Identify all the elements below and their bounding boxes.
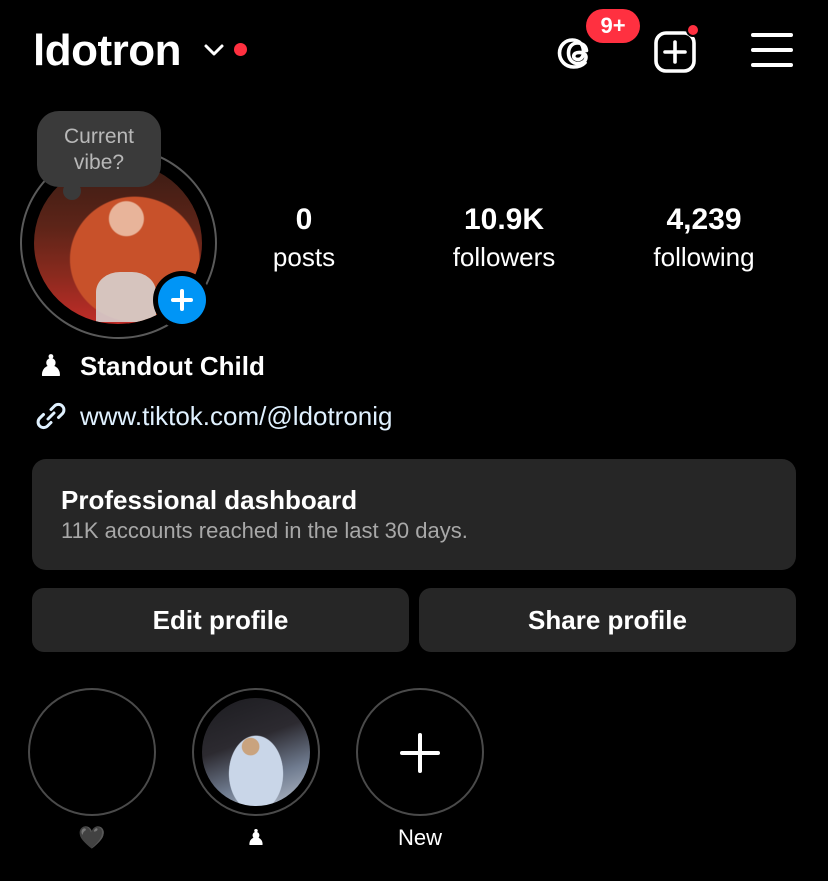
new-highlight-label: New (397, 825, 442, 850)
highlight-item[interactable] (192, 688, 320, 816)
add-story-button[interactable] (153, 271, 211, 329)
top-bar: ldotron 9+ (0, 0, 828, 100)
chevron-down-icon[interactable] (203, 42, 225, 58)
followers-label: followers (452, 242, 556, 272)
display-name: Standout Child (80, 350, 265, 381)
posts-label: posts (272, 242, 336, 272)
posts-count: 0 (295, 203, 313, 236)
followers-count: 10.9K (463, 203, 545, 236)
create-notification-dot (686, 23, 700, 37)
highlight-cover (28, 688, 156, 816)
share-profile-button[interactable]: Share profile (419, 588, 796, 652)
new-highlight-button[interactable] (356, 688, 484, 816)
chess-pawn-icon: ♟ (37, 349, 65, 383)
username-notification-dot (234, 43, 247, 56)
bio-link[interactable]: www.tiktok.com/@ldotronig (80, 401, 393, 432)
edit-profile-button[interactable]: Edit profile (32, 588, 409, 652)
professional-dashboard-card[interactable]: Professional dashboard 11K accounts reac… (32, 459, 796, 570)
highlight-label: 🖤 (78, 825, 106, 850)
following-stat[interactable]: 4,239 following (604, 202, 804, 274)
username-title[interactable]: ldotron (33, 26, 182, 76)
bio-link-row[interactable]: www.tiktok.com/@ldotronig (32, 396, 393, 436)
highlight-item[interactable] (28, 688, 156, 816)
followers-stat[interactable]: 10.9K followers (404, 202, 604, 274)
link-icon (36, 402, 66, 430)
following-label: following (653, 242, 755, 272)
plus-icon (158, 276, 206, 324)
dashboard-title: Professional dashboard (61, 485, 358, 515)
note-bubble[interactable]: Current vibe? (37, 111, 161, 200)
following-count: 4,239 (666, 203, 742, 236)
highlight-label: ♟ (246, 825, 266, 850)
dashboard-subtitle: 11K accounts reached in the last 30 days… (61, 518, 468, 543)
plus-icon (356, 688, 484, 816)
posts-stat[interactable]: 0 posts (204, 202, 404, 274)
hamburger-menu-icon[interactable] (751, 33, 793, 67)
notifications-count-badge: 9+ (586, 9, 640, 43)
bio-display-name-row: ♟ Standout Child (32, 346, 265, 386)
highlight-cover (192, 688, 320, 816)
